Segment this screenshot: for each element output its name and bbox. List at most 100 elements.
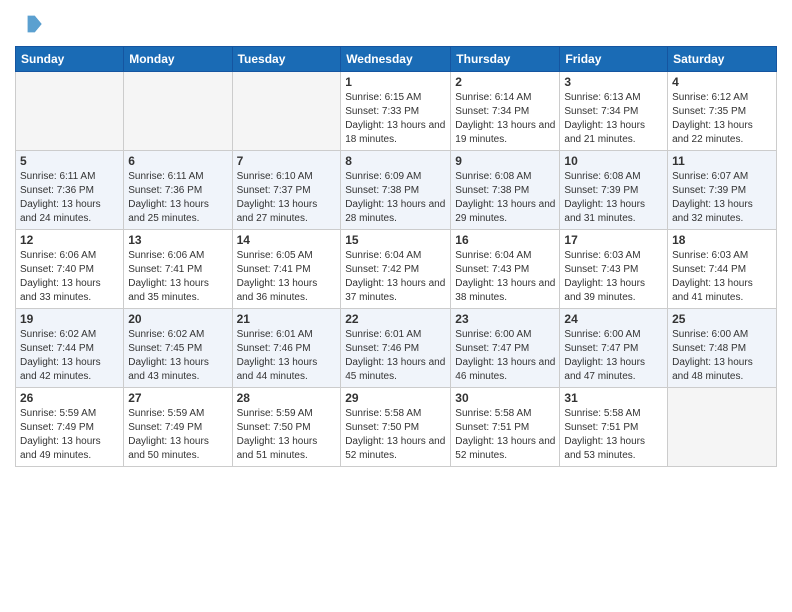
day-number: 24 (564, 312, 663, 326)
logo (15, 10, 47, 38)
day-info: Sunrise: 6:06 AM Sunset: 7:40 PM Dayligh… (20, 249, 119, 305)
day-info: Sunrise: 6:04 AM Sunset: 7:43 PM Dayligh… (455, 249, 555, 305)
day-number: 30 (455, 391, 555, 405)
day-number: 5 (20, 154, 119, 168)
day-info: Sunrise: 6:03 AM Sunset: 7:44 PM Dayligh… (672, 249, 772, 305)
day-number: 17 (564, 233, 663, 247)
day-number: 19 (20, 312, 119, 326)
calendar-day-cell: 23 Sunrise: 6:00 AM Sunset: 7:47 PM Dayli… (451, 309, 560, 388)
calendar-table: SundayMondayTuesdayWednesdayThursdayFrid… (15, 46, 777, 467)
day-info: Sunrise: 6:01 AM Sunset: 7:46 PM Dayligh… (237, 328, 337, 384)
day-number: 16 (455, 233, 555, 247)
calendar-day-cell: 19 Sunrise: 6:02 AM Sunset: 7:44 PM Dayli… (16, 309, 124, 388)
calendar-day-cell: 13Sunrise: 6:06 AM Sunset: 7:41 PM Dayli… (124, 230, 232, 309)
calendar-day-cell: 30 Sunrise: 5:58 AM Sunset: 7:51 PM Dayli… (451, 388, 560, 467)
day-info: Sunrise: 6:04 AM Sunset: 7:42 PM Dayligh… (345, 249, 446, 305)
day-info: Sunrise: 5:58 AM Sunset: 7:50 PM Dayligh… (345, 407, 446, 463)
calendar-day-cell: 2Sunrise: 6:14 AM Sunset: 7:34 PM Daylig… (451, 72, 560, 151)
day-info: Sunrise: 5:58 AM Sunset: 7:51 PM Dayligh… (564, 407, 663, 463)
calendar-week-row: 5 Sunrise: 6:11 AM Sunset: 7:36 PM Daylig… (16, 151, 777, 230)
weekday-header: Thursday (451, 47, 560, 72)
day-info: Sunrise: 6:02 AM Sunset: 7:45 PM Dayligh… (128, 328, 227, 384)
day-number: 22 (345, 312, 446, 326)
calendar-day-cell (668, 388, 777, 467)
day-number: 2 (455, 75, 555, 89)
calendar-day-cell: 22 Sunrise: 6:01 AM Sunset: 7:46 PM Dayli… (341, 309, 451, 388)
day-info: Sunrise: 6:03 AM Sunset: 7:43 PM Dayligh… (564, 249, 663, 305)
calendar-day-cell: 25Sunrise: 6:00 AM Sunset: 7:48 PM Dayli… (668, 309, 777, 388)
calendar-day-cell: 9 Sunrise: 6:08 AM Sunset: 7:38 PM Daylig… (451, 151, 560, 230)
calendar-week-row: 26 Sunrise: 5:59 AM Sunset: 7:49 PM Dayli… (16, 388, 777, 467)
weekday-header: Friday (560, 47, 668, 72)
calendar-header-row: SundayMondayTuesdayWednesdayThursdayFrid… (16, 47, 777, 72)
day-info: Sunrise: 6:02 AM Sunset: 7:44 PM Dayligh… (20, 328, 119, 384)
header (15, 10, 777, 38)
weekday-header: Saturday (668, 47, 777, 72)
calendar-day-cell: 6 Sunrise: 6:11 AM Sunset: 7:36 PM Daylig… (124, 151, 232, 230)
logo-icon (15, 10, 43, 38)
day-number: 10 (564, 154, 663, 168)
calendar-day-cell: 31 Sunrise: 5:58 AM Sunset: 7:51 PM Dayli… (560, 388, 668, 467)
calendar-day-cell: 20 Sunrise: 6:02 AM Sunset: 7:45 PM Dayli… (124, 309, 232, 388)
day-number: 8 (345, 154, 446, 168)
day-info: Sunrise: 6:10 AM Sunset: 7:37 PM Dayligh… (237, 170, 337, 226)
day-number: 23 (455, 312, 555, 326)
calendar-day-cell: 7 Sunrise: 6:10 AM Sunset: 7:37 PM Daylig… (232, 151, 341, 230)
calendar-week-row: 1Sunrise: 6:15 AM Sunset: 7:33 PM Daylig… (16, 72, 777, 151)
calendar-day-cell: 15 Sunrise: 6:04 AM Sunset: 7:42 PM Dayli… (341, 230, 451, 309)
day-number: 15 (345, 233, 446, 247)
calendar-day-cell: 12 Sunrise: 6:06 AM Sunset: 7:40 PM Dayli… (16, 230, 124, 309)
day-number: 14 (237, 233, 337, 247)
calendar-day-cell: 24 Sunrise: 6:00 AM Sunset: 7:47 PM Dayli… (560, 309, 668, 388)
page: SundayMondayTuesdayWednesdayThursdayFrid… (0, 0, 792, 612)
calendar-day-cell: 17 Sunrise: 6:03 AM Sunset: 7:43 PM Dayli… (560, 230, 668, 309)
day-info: Sunrise: 6:00 AM Sunset: 7:47 PM Dayligh… (455, 328, 555, 384)
calendar-day-cell: 4Sunrise: 6:12 AM Sunset: 7:35 PM Daylig… (668, 72, 777, 151)
day-info: Sunrise: 6:13 AM Sunset: 7:34 PM Dayligh… (564, 91, 663, 147)
day-number: 7 (237, 154, 337, 168)
calendar-week-row: 19 Sunrise: 6:02 AM Sunset: 7:44 PM Dayli… (16, 309, 777, 388)
day-number: 18 (672, 233, 772, 247)
weekday-header: Wednesday (341, 47, 451, 72)
day-number: 11 (672, 154, 772, 168)
calendar-day-cell: 28Sunrise: 5:59 AM Sunset: 7:50 PM Dayli… (232, 388, 341, 467)
calendar-day-cell: 3 Sunrise: 6:13 AM Sunset: 7:34 PM Daylig… (560, 72, 668, 151)
day-number: 6 (128, 154, 227, 168)
day-info: Sunrise: 6:11 AM Sunset: 7:36 PM Dayligh… (128, 170, 227, 226)
calendar-day-cell: 26 Sunrise: 5:59 AM Sunset: 7:49 PM Dayli… (16, 388, 124, 467)
calendar-day-cell: 27 Sunrise: 5:59 AM Sunset: 7:49 PM Dayli… (124, 388, 232, 467)
day-info: Sunrise: 6:12 AM Sunset: 7:35 PM Dayligh… (672, 91, 772, 147)
day-number: 25 (672, 312, 772, 326)
day-info: Sunrise: 6:06 AM Sunset: 7:41 PM Dayligh… (128, 249, 227, 305)
day-info: Sunrise: 6:08 AM Sunset: 7:39 PM Dayligh… (564, 170, 663, 226)
day-number: 20 (128, 312, 227, 326)
day-info: Sunrise: 5:58 AM Sunset: 7:51 PM Dayligh… (455, 407, 555, 463)
calendar-day-cell: 5 Sunrise: 6:11 AM Sunset: 7:36 PM Daylig… (16, 151, 124, 230)
calendar-day-cell (16, 72, 124, 151)
calendar-day-cell: 16 Sunrise: 6:04 AM Sunset: 7:43 PM Dayli… (451, 230, 560, 309)
day-info: Sunrise: 6:15 AM Sunset: 7:33 PM Dayligh… (345, 91, 446, 147)
day-number: 3 (564, 75, 663, 89)
calendar-day-cell: 18 Sunrise: 6:03 AM Sunset: 7:44 PM Dayli… (668, 230, 777, 309)
calendar-day-cell: 21 Sunrise: 6:01 AM Sunset: 7:46 PM Dayli… (232, 309, 341, 388)
day-number: 27 (128, 391, 227, 405)
calendar-day-cell: 11Sunrise: 6:07 AM Sunset: 7:39 PM Dayli… (668, 151, 777, 230)
day-info: Sunrise: 5:59 AM Sunset: 7:50 PM Dayligh… (237, 407, 337, 463)
weekday-header: Tuesday (232, 47, 341, 72)
day-info: Sunrise: 5:59 AM Sunset: 7:49 PM Dayligh… (128, 407, 227, 463)
calendar-day-cell: 14Sunrise: 6:05 AM Sunset: 7:41 PM Dayli… (232, 230, 341, 309)
day-number: 21 (237, 312, 337, 326)
calendar-day-cell (124, 72, 232, 151)
day-number: 12 (20, 233, 119, 247)
calendar-day-cell: 1Sunrise: 6:15 AM Sunset: 7:33 PM Daylig… (341, 72, 451, 151)
day-info: Sunrise: 5:59 AM Sunset: 7:49 PM Dayligh… (20, 407, 119, 463)
day-number: 9 (455, 154, 555, 168)
calendar-day-cell: 29Sunrise: 5:58 AM Sunset: 7:50 PM Dayli… (341, 388, 451, 467)
day-info: Sunrise: 6:08 AM Sunset: 7:38 PM Dayligh… (455, 170, 555, 226)
calendar-week-row: 12 Sunrise: 6:06 AM Sunset: 7:40 PM Dayli… (16, 230, 777, 309)
day-info: Sunrise: 6:01 AM Sunset: 7:46 PM Dayligh… (345, 328, 446, 384)
day-number: 26 (20, 391, 119, 405)
day-info: Sunrise: 6:11 AM Sunset: 7:36 PM Dayligh… (20, 170, 119, 226)
day-info: Sunrise: 6:00 AM Sunset: 7:47 PM Dayligh… (564, 328, 663, 384)
day-number: 31 (564, 391, 663, 405)
